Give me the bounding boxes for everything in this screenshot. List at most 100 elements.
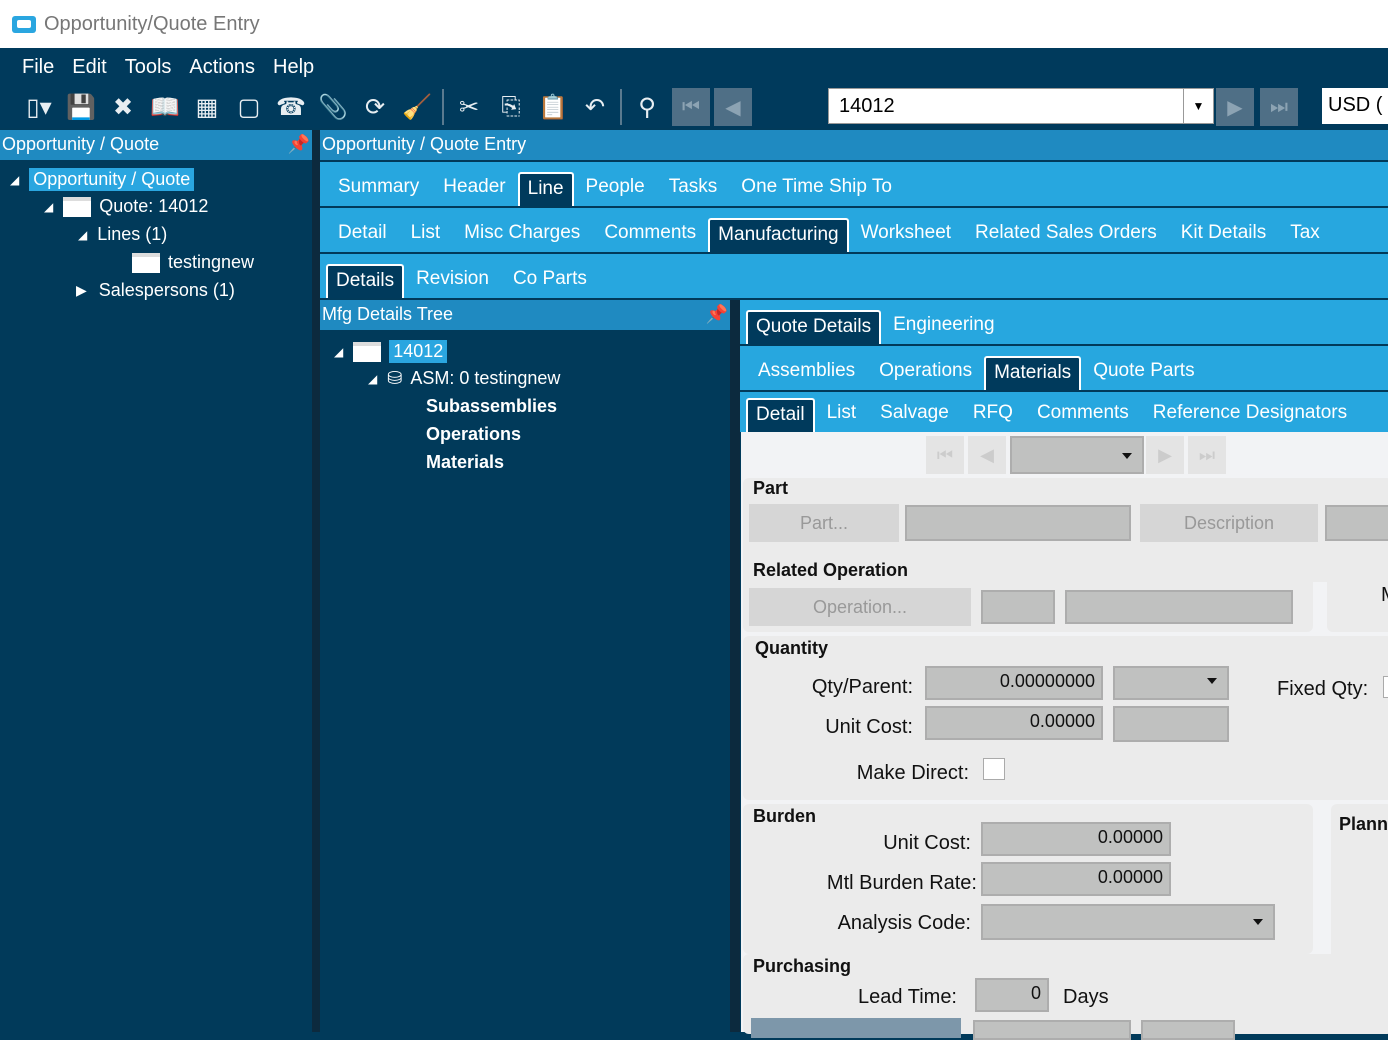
part-button[interactable]: Part... (749, 504, 899, 542)
tree-item-operations[interactable]: Operations (426, 424, 521, 445)
analysis-code-combo[interactable] (981, 904, 1275, 940)
tree-item-line[interactable]: testingnew (132, 252, 254, 273)
tab-engineering[interactable]: Engineering (881, 308, 1006, 344)
tab-materials[interactable]: Materials (984, 356, 1082, 390)
menu-edit[interactable]: Edit (72, 56, 106, 79)
tab-operations[interactable]: Operations (867, 354, 984, 390)
operation-desc-field[interactable] (1065, 590, 1293, 624)
splitter[interactable] (730, 300, 740, 1032)
tree-item-subassemblies[interactable]: Subassemblies (426, 396, 557, 417)
tab-header[interactable]: Header (431, 170, 517, 206)
supplier-button[interactable] (751, 1018, 961, 1038)
tab-line[interactable]: Line (517, 172, 574, 206)
burden-rate-field[interactable]: 0.00000 (981, 862, 1171, 896)
tab-tax[interactable]: Tax (1278, 216, 1332, 252)
pin-icon[interactable]: 📌 (706, 304, 728, 326)
tree-item-quote[interactable]: ◢ Quote: 14012 (44, 196, 208, 217)
grid-icon[interactable]: ▦ (186, 90, 228, 124)
prev-icon[interactable]: ◀ (714, 88, 752, 126)
tab-summary[interactable]: Summary (326, 170, 431, 206)
splitter[interactable] (312, 130, 320, 1032)
burden-unit-cost-field[interactable]: 0.00000 (981, 822, 1171, 856)
tree-item-opportunity[interactable]: ◢ Opportunity / Quote (10, 168, 195, 191)
description-field[interactable] (1325, 505, 1388, 541)
tab-detail[interactable]: Detail (326, 216, 399, 252)
cut-icon[interactable]: ✂ (448, 90, 490, 124)
tab-people[interactable]: People (574, 170, 657, 206)
note-icon[interactable]: ▢ (228, 90, 270, 124)
menu-tools[interactable]: Tools (125, 56, 172, 79)
menu-file[interactable]: File (22, 56, 54, 79)
tree-item-asm[interactable]: ◢ ⛁ ASM: 0 testingnew (368, 368, 560, 389)
tree-label: 14012 (389, 340, 448, 363)
toolbar-divider (620, 89, 622, 125)
uom-combo[interactable] (1113, 666, 1229, 700)
supplier-name-field[interactable] (1141, 1020, 1235, 1040)
tab-list[interactable]: List (399, 216, 453, 252)
tab-assemblies[interactable]: Assemblies (746, 354, 867, 390)
qty-parent-field[interactable]: 0.00000000 (925, 666, 1103, 700)
menu-actions[interactable]: Actions (189, 56, 255, 79)
fixed-qty-checkbox[interactable] (1383, 676, 1388, 698)
phone-icon[interactable]: ☎ (270, 90, 312, 124)
tree-item-salespersons[interactable]: ▶ Salespersons (1) (76, 280, 235, 301)
quote-number-combo[interactable]: 14012 ▼ (828, 88, 1214, 124)
tab-tasks[interactable]: Tasks (657, 170, 730, 206)
tab-quote-details[interactable]: Quote Details (746, 310, 882, 344)
unit-cost-label: Unit Cost: (825, 716, 913, 738)
unit-cost-field[interactable]: 0.00000 (925, 706, 1103, 740)
tab-rfq[interactable]: RFQ (961, 396, 1025, 432)
tab-reference-designators[interactable]: Reference Designators (1141, 396, 1359, 432)
operation-seq-field[interactable] (981, 590, 1055, 624)
paste-icon[interactable]: 📋 (532, 90, 574, 124)
tab-one-time-ship-to[interactable]: One Time Ship To (729, 170, 904, 206)
new-icon[interactable]: ▯▾ (18, 90, 60, 124)
tree-item-materials[interactable]: Materials (426, 452, 504, 473)
pin-icon[interactable]: 📌 (288, 134, 310, 156)
refresh-icon[interactable]: ⟳ (354, 90, 396, 124)
book-icon[interactable]: 📖 (144, 90, 186, 124)
part-number-field[interactable] (905, 505, 1131, 541)
material-seq-combo[interactable] (1010, 436, 1144, 474)
tab-salvage[interactable]: Salvage (868, 396, 961, 432)
unit-cost-uom-field[interactable] (1113, 706, 1229, 742)
menu-help[interactable]: Help (273, 56, 314, 79)
first-record-icon[interactable]: ⏮ (926, 436, 964, 474)
tab-worksheet[interactable]: Worksheet (849, 216, 963, 252)
tab-details[interactable]: Details (326, 264, 405, 298)
last-record-icon[interactable]: ⏭ (1188, 436, 1226, 474)
next-icon[interactable]: ▶ (1216, 88, 1254, 126)
tab-material-detail[interactable]: Detail (746, 398, 815, 432)
next-record-icon[interactable]: ▶ (1146, 436, 1184, 474)
clear-icon[interactable]: 🧹 (396, 90, 438, 124)
lead-time-field[interactable]: 0 (975, 978, 1049, 1012)
chevron-down-icon[interactable]: ▼ (1183, 89, 1213, 123)
last-icon[interactable]: ⏭ (1260, 88, 1298, 126)
description-button[interactable]: Description (1140, 504, 1318, 542)
tab-manufacturing[interactable]: Manufacturing (708, 218, 849, 252)
tab-related-sales-orders[interactable]: Related Sales Orders (963, 216, 1169, 252)
first-icon[interactable]: ⏮ (672, 88, 710, 126)
tree-item-root[interactable]: ◢ 14012 (334, 340, 448, 363)
tab-co-parts[interactable]: Co Parts (501, 262, 599, 298)
tab-material-list[interactable]: List (815, 396, 869, 432)
prev-record-icon[interactable]: ◀ (968, 436, 1006, 474)
undo-icon[interactable]: ↶ (574, 90, 616, 124)
attach-icon[interactable]: 📎 (312, 90, 354, 124)
binoculars-icon[interactable]: ⚲ (626, 90, 668, 124)
tab-misc-charges[interactable]: Misc Charges (452, 216, 592, 252)
operation-button[interactable]: Operation... (749, 588, 971, 626)
supplier-field[interactable] (973, 1020, 1131, 1040)
tab-material-comments[interactable]: Comments (1025, 396, 1141, 432)
copy-icon[interactable]: ⎘ (490, 90, 532, 124)
tree-item-lines[interactable]: ◢ Lines (1) (78, 224, 167, 245)
make-direct-checkbox[interactable] (983, 758, 1005, 780)
currency-field[interactable]: USD ( (1322, 88, 1388, 124)
tab-quote-parts[interactable]: Quote Parts (1081, 354, 1206, 390)
save-icon[interactable]: 💾 (60, 90, 102, 124)
tab-kit-details[interactable]: Kit Details (1169, 216, 1279, 252)
delete-icon[interactable]: ✖ (102, 90, 144, 124)
tab-comments[interactable]: Comments (592, 216, 708, 252)
tab-revision[interactable]: Revision (404, 262, 501, 298)
side-group-label: M (1381, 584, 1388, 607)
